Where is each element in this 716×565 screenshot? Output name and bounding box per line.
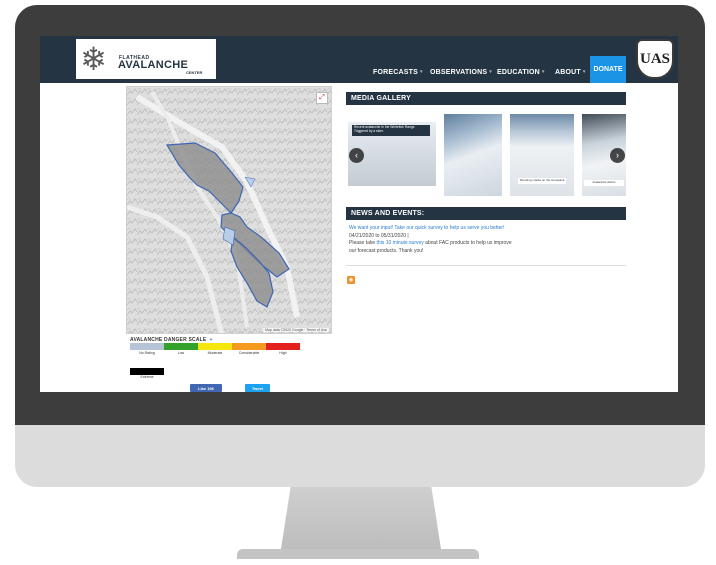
nav-observations[interactable]: OBSERVATIONS ▾ xyxy=(430,62,492,82)
gallery-caption: Shooting cracks on the snowpack xyxy=(518,178,566,184)
gallery-image[interactable] xyxy=(444,114,502,196)
terrain-map xyxy=(127,87,331,333)
danger-label: Low xyxy=(177,351,185,355)
fullscreen-icon[interactable]: ⤢ xyxy=(316,92,328,104)
monitor-chin xyxy=(15,425,705,487)
media-gallery-carousel: Recent avalanche in the Whitefish Range.… xyxy=(348,114,626,198)
divider xyxy=(346,265,626,266)
danger-swatch-low xyxy=(164,343,198,350)
nav-about[interactable]: ABOUT ▾ xyxy=(555,62,586,82)
usfs-badge-text: UAS xyxy=(639,50,670,67)
monitor-base xyxy=(237,549,479,559)
map-attribution: Map data ©2020 Google · Terms of Use xyxy=(263,328,329,332)
donate-button[interactable]: DONATE xyxy=(590,56,626,83)
danger-swatch-moderate xyxy=(198,343,232,350)
logo-title: AVALANCHE xyxy=(118,59,189,71)
danger-label: Extreme xyxy=(140,375,154,379)
logo-subtitle: CENTER xyxy=(186,70,203,75)
danger-label: Considerable xyxy=(238,351,260,355)
monitor-stand xyxy=(281,487,441,549)
chevron-left-icon[interactable]: ‹ xyxy=(349,148,364,163)
chevron-down-icon: ▾ xyxy=(541,69,545,75)
danger-swatch-considerable xyxy=(232,343,266,350)
site-header: ❄ FLATHEAD AVALANCHE CENTER FORECASTS ▾ O… xyxy=(40,36,678,83)
gallery-caption: Avalanche debris xyxy=(584,180,624,186)
news-dates: 04/21/2020 to 05/31/2020 | xyxy=(349,232,409,239)
nav-label: OBSERVATIONS xyxy=(430,68,488,76)
news-body-text: about FAC products to help us improve xyxy=(423,240,512,246)
nav-label: FORECASTS xyxy=(373,68,418,76)
nav-forecasts[interactable]: FORECASTS ▾ xyxy=(373,62,423,82)
danger-scale-bar xyxy=(130,343,300,350)
danger-label: Moderate xyxy=(207,351,223,355)
forecast-map[interactable]: ⤢ Map data ©2020 Google · Terms of Use xyxy=(126,86,332,334)
gallery-caption: Recent avalanche in the Whitefish Range.… xyxy=(352,125,430,136)
rss-icon[interactable]: ◉ xyxy=(347,276,355,284)
snowflake-icon: ❄ xyxy=(80,40,107,78)
danger-label: No Rating xyxy=(139,351,155,355)
nav-education[interactable]: EDUCATION ▾ xyxy=(497,62,545,82)
survey-link[interactable]: this 10 minute survey xyxy=(377,240,424,246)
chevron-down-icon: ▾ xyxy=(582,69,586,75)
danger-swatch-extreme xyxy=(130,368,164,375)
tweet-button[interactable]: Tweet xyxy=(245,384,270,392)
news-body-text: Please take xyxy=(349,240,377,246)
gallery-image[interactable]: Shooting cracks on the snowpack xyxy=(510,114,574,196)
website-screen: ❄ FLATHEAD AVALANCHE CENTER FORECASTS ▾ O… xyxy=(40,36,678,392)
news-item: We want your input! Take our quick surve… xyxy=(349,225,559,255)
danger-swatch-high xyxy=(266,343,300,350)
news-events-header: NEWS AND EVENTS: xyxy=(346,207,626,220)
site-logo[interactable]: ❄ FLATHEAD AVALANCHE CENTER xyxy=(76,39,216,79)
chevron-right-icon[interactable]: › xyxy=(610,148,625,163)
nav-label: ABOUT xyxy=(555,68,581,76)
news-headline-link[interactable]: We want your input! Take our quick surve… xyxy=(349,225,559,233)
media-gallery-header: MEDIA GALLERY xyxy=(346,92,626,105)
danger-scale-labels: No Rating Low Moderate Considerable High xyxy=(130,351,300,356)
danger-swatch-no-rating xyxy=(130,343,164,350)
news-body: Please take this 10 minute survey about … xyxy=(349,240,559,248)
facebook-like-button[interactable]: Like 196 xyxy=(190,384,222,392)
usfs-shield-logo[interactable]: UAS xyxy=(636,39,674,79)
chevron-down-icon: ▾ xyxy=(419,69,423,75)
news-body-line: our forecast products. Thank you! xyxy=(349,247,424,254)
chevron-down-icon: ▾ xyxy=(489,69,492,75)
danger-label: High xyxy=(279,351,287,355)
nav-label: EDUCATION xyxy=(497,68,540,76)
